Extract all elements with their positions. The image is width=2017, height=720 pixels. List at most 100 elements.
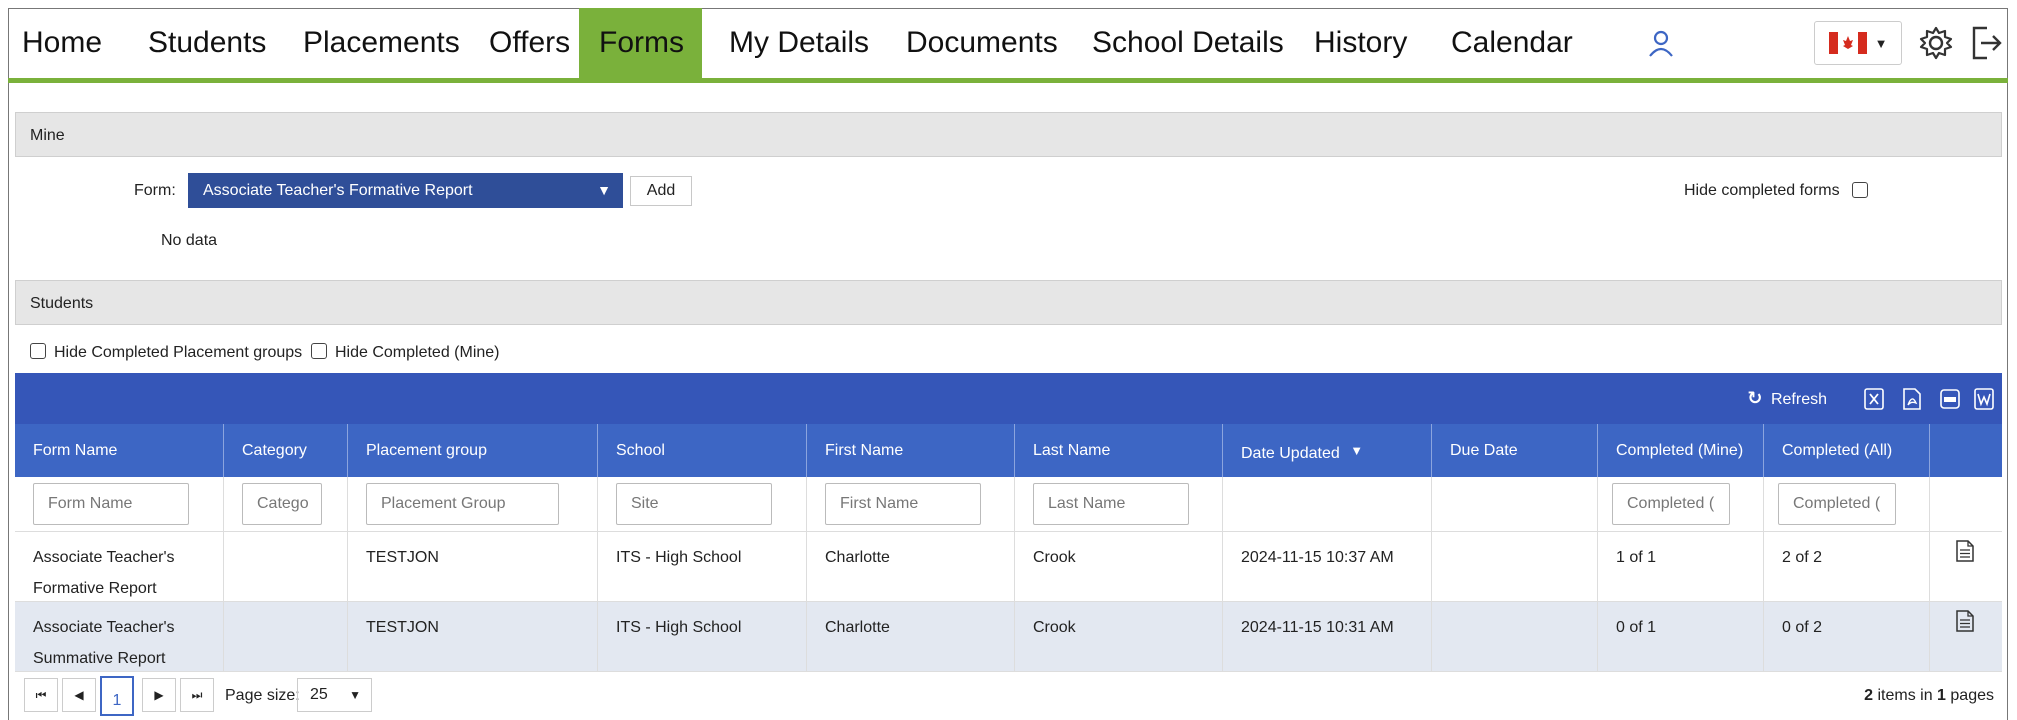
last-page-icon: ⏭ — [191, 687, 203, 702]
add-button[interactable]: Add — [630, 176, 692, 206]
hide-completed-groups-checkbox[interactable] — [30, 343, 46, 359]
col-placement-group[interactable]: Placement group — [348, 424, 598, 477]
form-name-line: Formative Report — [33, 580, 157, 597]
document-icon[interactable] — [1956, 610, 1974, 632]
form-name-line: Associate Teacher's — [33, 619, 175, 636]
filter-cell-empty — [1223, 477, 1432, 532]
cell-date-updated: 2024-11-15 10:31 AM — [1223, 602, 1432, 672]
cell-category — [224, 532, 348, 602]
refresh-icon: ↻ — [1747, 388, 1763, 408]
page-size-label: Page size: — [225, 687, 300, 704]
chevron-down-icon: ▼ — [1874, 35, 1888, 51]
form-select[interactable]: Associate Teacher's Formative Report ▼ — [188, 173, 623, 208]
cell-placement-group: TESTJON — [348, 532, 598, 602]
pages-count: 1 — [1937, 687, 1946, 704]
chevron-down-icon: ▼ — [597, 182, 611, 198]
grid-toolbar: ↻ Refresh — [15, 373, 2002, 424]
nav-forms[interactable]: Forms — [579, 8, 702, 78]
filter-cell: Site — [598, 477, 807, 532]
prev-page-button[interactable]: ◀ — [62, 678, 96, 712]
cell-school: ITS - High School — [598, 532, 807, 602]
filter-category-input[interactable]: Catego — [242, 483, 322, 525]
filter-cell-empty — [1930, 477, 2002, 532]
hide-completed-forms-label: Hide completed forms — [1684, 182, 1840, 199]
cell-completed-all: 2 of 2 — [1764, 532, 1930, 602]
form-name-line: Associate Teacher's — [33, 549, 175, 566]
grid-header: Form Name Category Placement group Schoo… — [15, 424, 2002, 477]
nav-students[interactable]: Students — [134, 8, 280, 78]
filter-cell: Placement Group — [348, 477, 598, 532]
col-last-name[interactable]: Last Name — [1015, 424, 1223, 477]
filter-completed-mine-input[interactable]: Completed ( — [1612, 483, 1730, 525]
filter-cell: Completed ( — [1598, 477, 1764, 532]
nav-history[interactable]: History — [1300, 8, 1421, 78]
nav-school-details[interactable]: School Details — [1078, 8, 1298, 78]
word-export-icon[interactable] — [1974, 388, 1994, 410]
cell-placement-group: TESTJON — [348, 602, 598, 672]
pdf-export-icon[interactable] — [1902, 388, 1922, 410]
refresh-label: Refresh — [1770, 391, 1827, 408]
cell-actions — [1930, 602, 2002, 672]
hide-completed-groups-label: Hide Completed Placement groups — [54, 344, 303, 361]
cell-last-name: Crook — [1015, 532, 1223, 602]
document-icon[interactable] — [1956, 540, 1974, 562]
page-size-value: 25 — [310, 686, 328, 703]
cell-actions — [1930, 532, 2002, 602]
nav-offers[interactable]: Offers — [475, 8, 584, 78]
excel-export-icon[interactable] — [1864, 388, 1884, 410]
csv-export-icon[interactable] — [1940, 388, 1960, 410]
students-section-header: Students — [15, 280, 2002, 325]
canada-flag-icon — [1828, 32, 1867, 54]
hide-completed-forms-checkbox[interactable] — [1852, 182, 1868, 198]
user-icon[interactable] — [1636, 8, 1686, 78]
refresh-button[interactable]: ↻ Refresh — [1747, 373, 1827, 424]
sort-desc-icon: ▼ — [1350, 443, 1364, 458]
last-page-button[interactable]: ⏭ — [180, 678, 214, 712]
nav-calendar[interactable]: Calendar — [1437, 8, 1587, 78]
first-page-button[interactable]: ⏮ — [24, 678, 58, 712]
col-first-name[interactable]: First Name — [807, 424, 1015, 477]
gear-icon[interactable] — [1914, 8, 1958, 78]
table-row[interactable]: Associate Teacher's Summative Report TEST… — [15, 602, 2002, 672]
mine-section-header: Mine — [15, 112, 2002, 157]
cell-category — [224, 602, 348, 672]
filter-last-name-input[interactable]: Last Name — [1033, 483, 1189, 525]
nav-placements[interactable]: Placements — [289, 8, 474, 78]
filter-cell: Last Name — [1015, 477, 1223, 532]
col-completed-all[interactable]: Completed (All) — [1764, 424, 1930, 477]
cell-school: ITS - High School — [598, 602, 807, 672]
cell-first-name: Charlotte — [807, 532, 1015, 602]
logout-icon[interactable] — [1966, 8, 2008, 78]
col-completed-mine[interactable]: Completed (Mine) — [1598, 424, 1764, 477]
cell-completed-all: 0 of 2 — [1764, 602, 1930, 672]
col-date-updated[interactable]: Date Updated ▼ — [1223, 424, 1432, 477]
cell-first-name: Charlotte — [807, 602, 1015, 672]
form-select-value: Associate Teacher's Formative Report — [203, 182, 473, 199]
col-school[interactable]: School — [598, 424, 807, 477]
hide-completed-mine-checkbox[interactable] — [311, 343, 327, 359]
language-selector[interactable]: ▼ — [1812, 8, 1904, 78]
filter-first-name-input[interactable]: First Name — [825, 483, 981, 525]
filter-school-input[interactable]: Site — [616, 483, 772, 525]
col-category[interactable]: Category — [224, 424, 348, 477]
col-form-name[interactable]: Form Name — [15, 424, 224, 477]
nav-my-details[interactable]: My Details — [715, 8, 883, 78]
form-name-line: Summative Report — [33, 650, 166, 667]
table-row[interactable]: Associate Teacher's Formative Report TEST… — [15, 532, 2002, 602]
pages-text: pages — [1950, 687, 1994, 704]
nav-home[interactable]: Home — [8, 8, 116, 78]
page-number-button[interactable]: 1 — [100, 676, 134, 716]
col-date-updated-label: Date Updated — [1241, 445, 1340, 462]
filter-form-name-input[interactable]: Form Name — [33, 483, 189, 525]
next-page-icon: ▶ — [154, 688, 164, 702]
page-size-select[interactable]: 25 ▼ — [297, 678, 372, 712]
filter-cell: First Name — [807, 477, 1015, 532]
col-due-date[interactable]: Due Date — [1432, 424, 1598, 477]
cell-completed-mine: 0 of 1 — [1598, 602, 1764, 672]
filter-placement-group-input[interactable]: Placement Group — [366, 483, 559, 525]
cell-date-updated: 2024-11-15 10:37 AM — [1223, 532, 1432, 602]
filter-completed-all-input[interactable]: Completed ( — [1778, 483, 1896, 525]
filter-cell: Completed ( — [1764, 477, 1930, 532]
nav-documents[interactable]: Documents — [892, 8, 1072, 78]
next-page-button[interactable]: ▶ — [142, 678, 176, 712]
